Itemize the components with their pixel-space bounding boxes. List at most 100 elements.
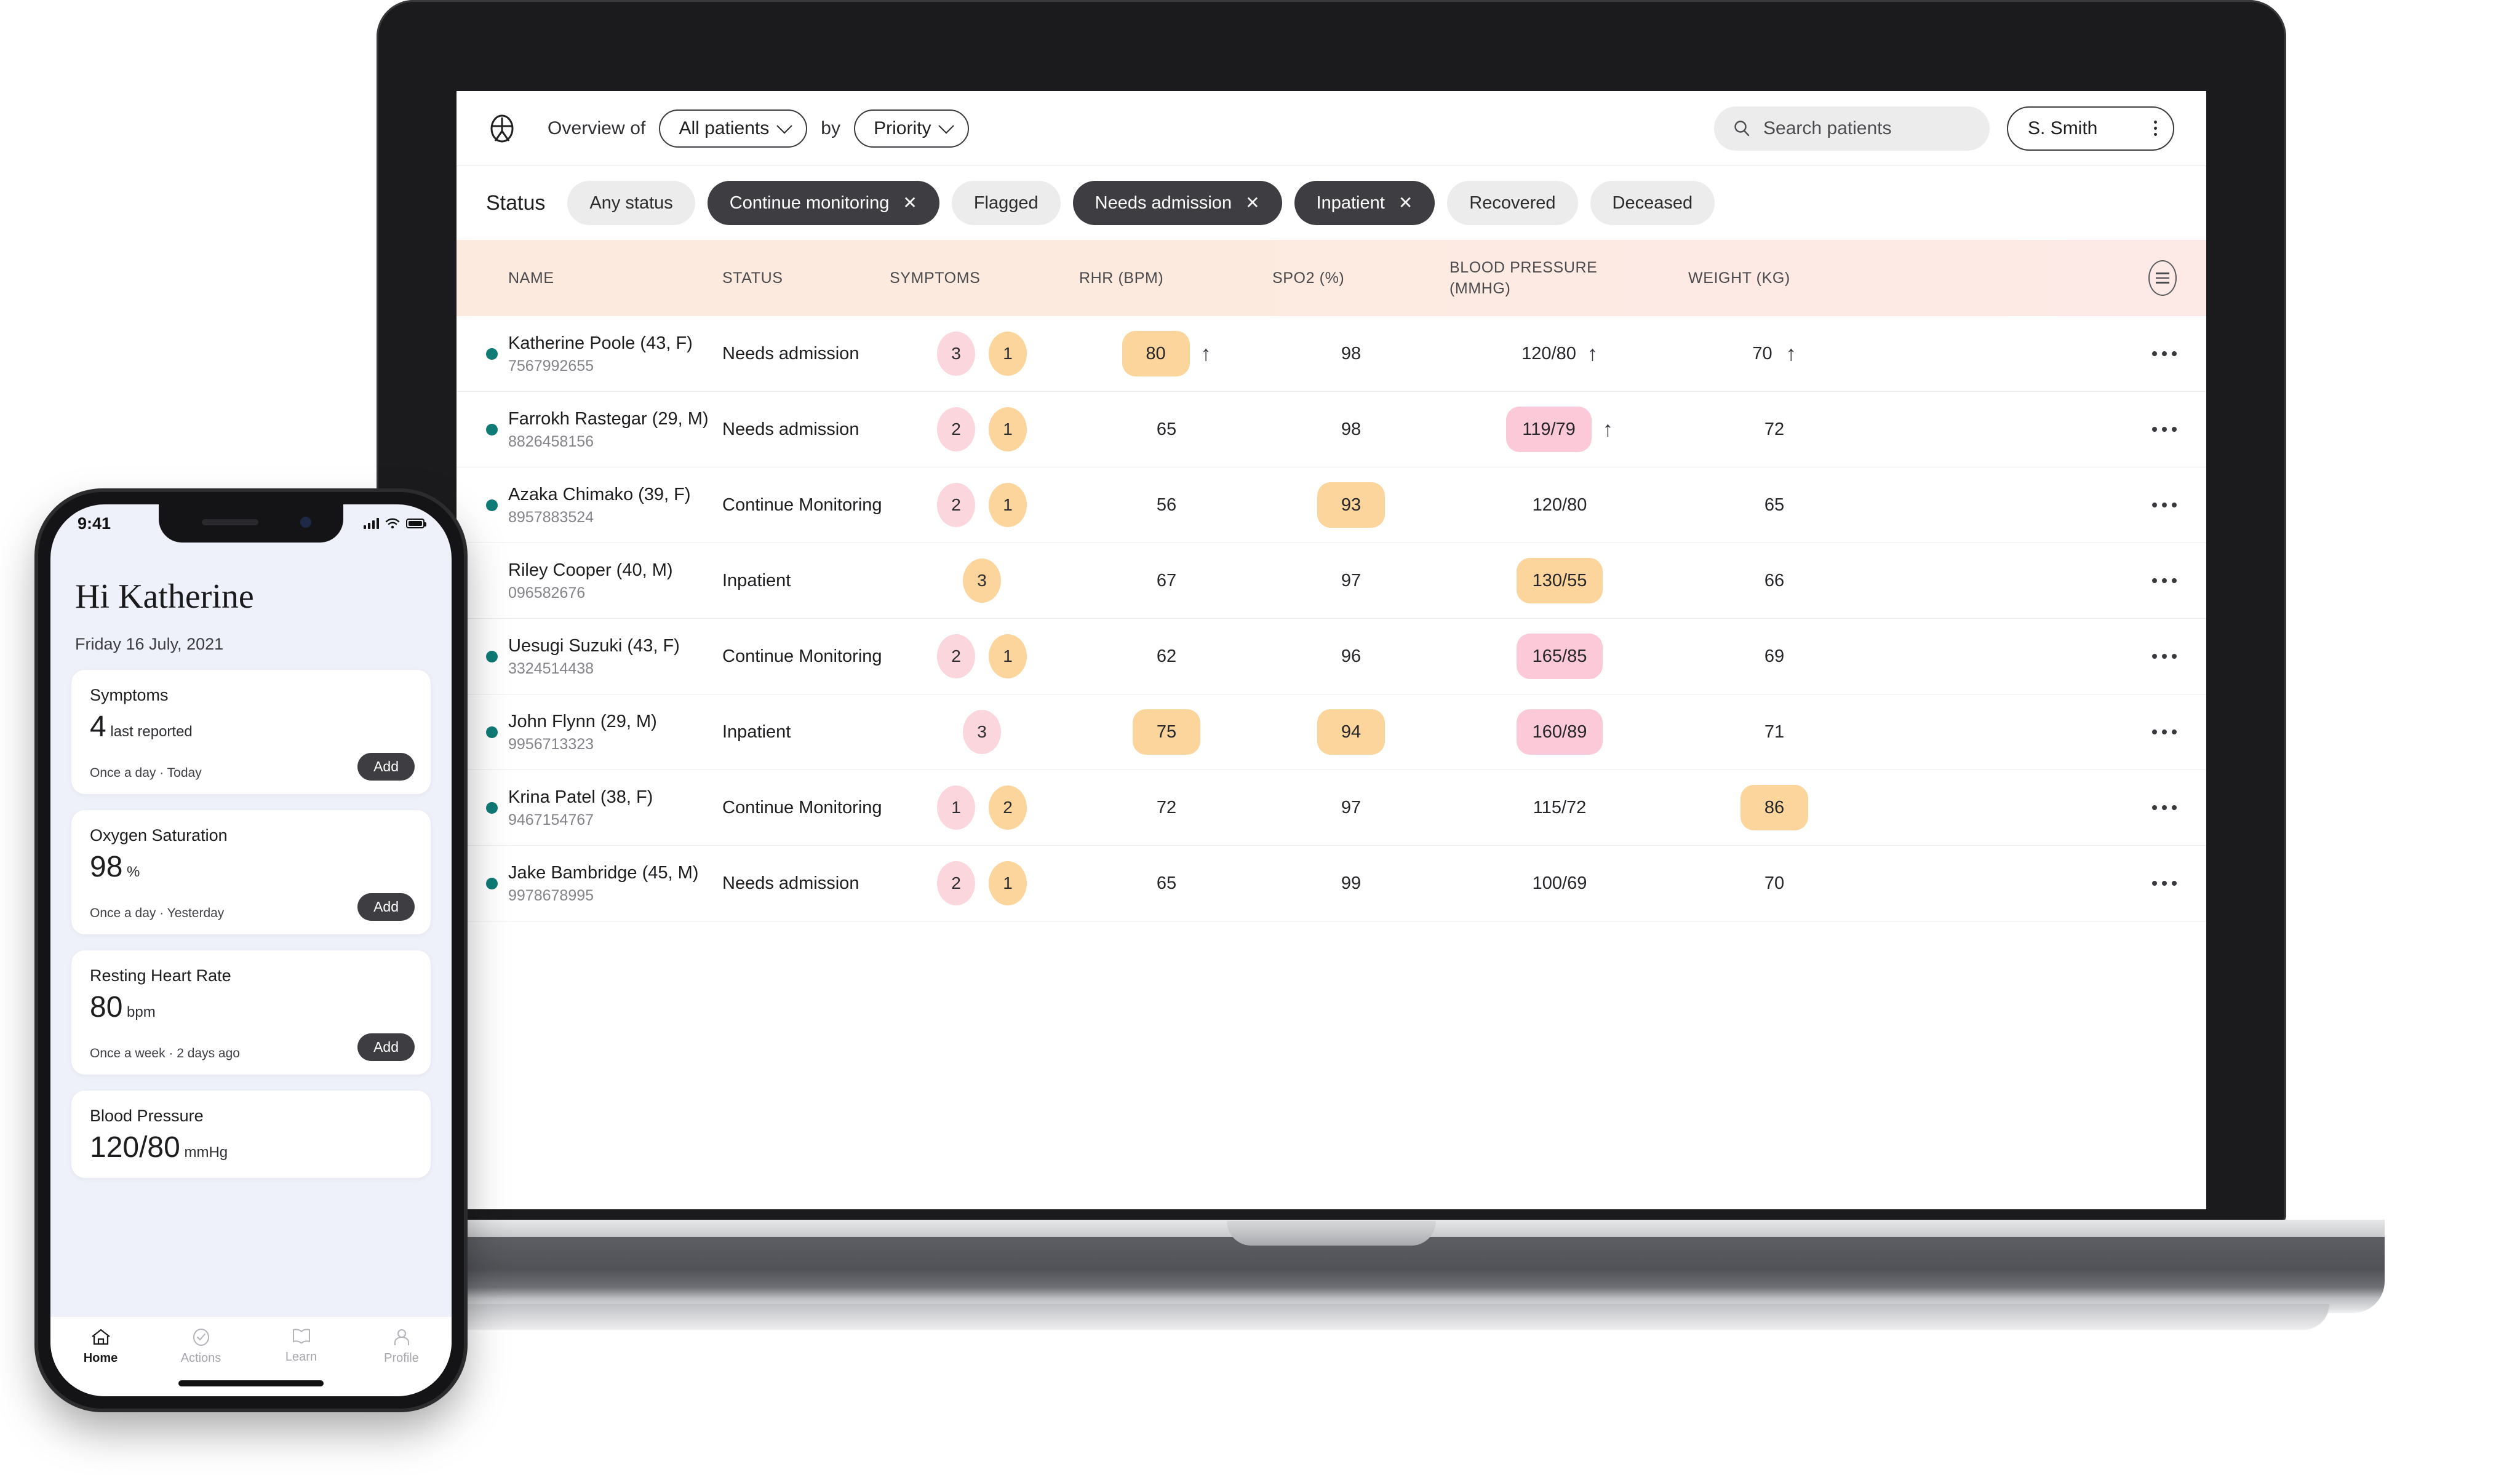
patient-name-cell[interactable]: Riley Cooper (40, M) 096582676 — [508, 559, 722, 602]
trend-up-arrow-icon: ↑ — [1587, 342, 1598, 365]
more-horizontal-icon[interactable] — [2152, 805, 2177, 810]
symptom-badge: 3 — [963, 559, 1001, 603]
close-icon[interactable]: ✕ — [1398, 194, 1413, 212]
spo2-value: 96 — [1341, 646, 1362, 666]
more-horizontal-icon[interactable] — [2152, 427, 2177, 432]
sort-filter-dropdown[interactable]: Priority — [854, 109, 970, 148]
patient-status: Needs admission — [722, 419, 859, 439]
status-chip[interactable]: Deceased — [1590, 181, 1715, 225]
patient-name: Farrokh Rastegar (29, M) — [508, 408, 709, 429]
rhr-cell: 65 — [1074, 419, 1259, 440]
patient-status: Inpatient — [722, 570, 791, 590]
table-row[interactable]: Uesugi Suzuki (43, F) 3324514438 Continue … — [457, 619, 2206, 694]
rhr-value: 65 — [1156, 419, 1177, 439]
column-header-status[interactable]: STATUS — [722, 269, 890, 287]
vitals-card-title: Oxygen Saturation — [90, 826, 228, 845]
column-header-spo2[interactable]: SPO2 (%) — [1259, 269, 1443, 287]
rhr-cell: 80 ↑ — [1074, 331, 1259, 376]
patient-name: Uesugi Suzuki (43, F) — [508, 635, 680, 656]
table-row[interactable]: Azaka Chimako (39, F) 8957883524 Continue … — [457, 467, 2206, 543]
phone-content: Hi Katherine Friday 16 July, 2021 Sympto… — [50, 543, 452, 1396]
more-horizontal-icon[interactable] — [2152, 578, 2177, 583]
close-icon[interactable]: ✕ — [903, 194, 917, 212]
patient-id: 8957883524 — [508, 509, 594, 527]
patient-name-cell[interactable]: Farrokh Rastegar (29, M) 8826458156 — [508, 408, 722, 451]
add-reading-button[interactable]: Add — [357, 1033, 415, 1061]
user-menu-button[interactable]: S. Smith — [2007, 106, 2174, 151]
patient-name-cell[interactable]: Jake Bambridge (45, M) 9978678995 — [508, 862, 722, 905]
table-row[interactable]: Farrokh Rastegar (29, M) 8826458156 Needs … — [457, 392, 2206, 467]
patient-status: Needs admission — [722, 343, 859, 364]
patient-id: 9978678995 — [508, 887, 594, 905]
weight-value: 71 — [1764, 722, 1785, 742]
greeting-heading: Hi Katherine — [75, 578, 254, 616]
header-right-group: Search patients S. Smith — [1714, 106, 2174, 151]
table-row[interactable]: Jake Bambridge (45, M) 9978678995 Needs ad… — [457, 846, 2206, 921]
spo2-cell: 97 — [1259, 798, 1443, 818]
patient-name-cell[interactable]: Uesugi Suzuki (43, F) 3324514438 — [508, 635, 722, 678]
more-horizontal-icon[interactable] — [2152, 351, 2177, 356]
spo2-value: 99 — [1341, 873, 1362, 893]
table-row[interactable]: John Flynn (29, M) 9956713323 Inpatient 3 75… — [457, 694, 2206, 770]
tab-profile[interactable]: Profile — [351, 1328, 452, 1366]
table-row[interactable]: Krina Patel (38, F) 9467154767 Continue Mo… — [457, 770, 2206, 846]
tab-home[interactable]: Home — [50, 1328, 151, 1366]
vitals-card[interactable]: Symptoms 4 last reported Once a day · Toda… — [71, 670, 431, 794]
person-icon — [394, 1329, 409, 1345]
status-chip[interactable]: Flagged — [951, 181, 1061, 225]
symptoms-cell: 21 — [890, 634, 1074, 678]
status-chip[interactable]: Any status — [567, 181, 695, 225]
status-chip[interactable]: Recovered — [1447, 181, 1578, 225]
symptoms-cell: 3 — [890, 710, 1074, 754]
column-header-weight[interactable]: WEIGHT (KG) — [1676, 269, 1873, 287]
add-reading-button[interactable]: Add — [357, 753, 415, 781]
online-status-cell — [486, 423, 508, 435]
status-chip[interactable]: Needs admission ✕ — [1072, 181, 1282, 225]
tab-learn[interactable]: Learn — [251, 1328, 351, 1364]
status-chip[interactable]: Inpatient ✕ — [1294, 181, 1435, 225]
vitals-card-unit: % — [122, 864, 140, 880]
patient-status: Continue Monitoring — [722, 495, 882, 515]
patient-name-cell[interactable]: Azaka Chimako (39, F) 8957883524 — [508, 483, 722, 527]
search-input[interactable]: Search patients — [1714, 106, 1990, 151]
close-icon[interactable]: ✕ — [1245, 194, 1259, 212]
vitals-card[interactable]: Resting Heart Rate 80 bpm Once a week · 2 … — [71, 950, 431, 1075]
rhr-cell: 75 — [1074, 709, 1259, 755]
symptoms-cell: 21 — [890, 407, 1074, 451]
patient-name-cell[interactable]: Katherine Poole (43, F) 7567992655 — [508, 332, 722, 375]
phone-mockup: 9:41 Hi Katherine Friday 16 July, 2021 S… — [38, 492, 464, 1409]
tab-actions[interactable]: Actions — [151, 1328, 251, 1366]
add-reading-button[interactable]: Add — [357, 893, 415, 921]
rhr-value: 56 — [1156, 495, 1177, 515]
vitals-card[interactable]: Oxygen Saturation 98 % Once a day · Yester… — [71, 810, 431, 934]
patient-name-cell[interactable]: John Flynn (29, M) 9956713323 — [508, 710, 722, 753]
kebab-menu-icon[interactable] — [2154, 121, 2157, 136]
table-row[interactable]: Riley Cooper (40, M) 096582676 Inpatient 3 6… — [457, 543, 2206, 619]
patient-status-cell: Needs admission — [722, 418, 890, 441]
symptom-badge: 3 — [937, 332, 975, 376]
column-header-name[interactable]: NAME — [508, 269, 722, 287]
column-header-symptoms[interactable]: SYMPTOMS — [890, 269, 1074, 287]
blood-pressure-cell: 120/80 — [1443, 495, 1676, 515]
patients-filter-dropdown[interactable]: All patients — [659, 109, 808, 148]
online-status-cell — [486, 348, 508, 360]
vitals-card[interactable]: Blood Pressure 120/80 mmHg — [71, 1091, 431, 1178]
weight-cell: 65 — [1676, 495, 1873, 515]
weight-cell: 70 — [1676, 873, 1873, 894]
status-chip[interactable]: Continue monitoring ✕ — [707, 181, 939, 225]
more-horizontal-icon[interactable] — [2152, 503, 2177, 507]
weight-value: 70 — [1752, 343, 1772, 364]
column-header-blood-pressure[interactable]: BLOOD PRESSURE (MMHG) — [1443, 257, 1676, 300]
list-settings-icon[interactable] — [2148, 260, 2177, 296]
patient-status-cell: Continue Monitoring — [722, 796, 890, 819]
patient-name-cell[interactable]: Krina Patel (38, F) 9467154767 — [508, 786, 722, 829]
patient-name: John Flynn (29, M) — [508, 711, 657, 731]
more-horizontal-icon[interactable] — [2152, 730, 2177, 734]
more-horizontal-icon[interactable] — [2152, 881, 2177, 886]
table-row[interactable]: Katherine Poole (43, F) 7567992655 Needs a… — [457, 316, 2206, 392]
search-placeholder: Search patients — [1763, 117, 1892, 138]
blood-pressure-value: 130/55 — [1516, 558, 1603, 603]
column-header-rhr[interactable]: RHR (BPM) — [1074, 269, 1259, 287]
more-horizontal-icon[interactable] — [2152, 654, 2177, 659]
vitals-card-value-group: 98 % — [90, 850, 412, 884]
